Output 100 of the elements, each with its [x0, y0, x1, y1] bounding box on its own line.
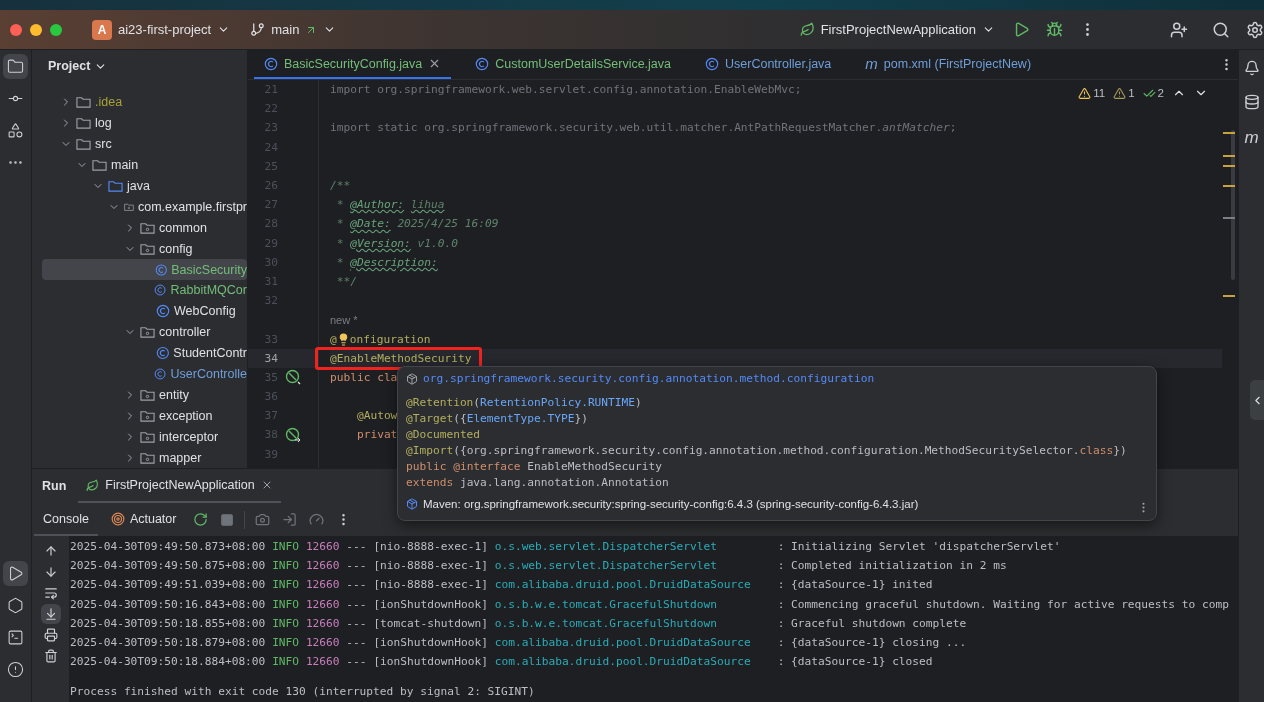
class-icon	[154, 262, 168, 277]
tree-item[interactable]: exception	[42, 405, 247, 427]
close-window-button[interactable]	[10, 23, 22, 36]
leaf-icon	[799, 22, 815, 37]
folder-icon	[92, 158, 107, 173]
log-thread: [tomcat-shutdown]	[373, 616, 488, 630]
log-level: INFO	[272, 636, 300, 650]
package-icon	[140, 429, 155, 444]
editor-tab[interactable]: UserController.java	[695, 50, 842, 79]
signature-line: @Retention(RetentionPolicy.RUNTIME)	[406, 395, 643, 411]
editor-tab[interactable]: m pom.xml (FirstProjectNew)	[855, 50, 1042, 79]
code-line: @Autow	[355, 409, 398, 423]
tree-item[interactable]: interceptor	[42, 426, 247, 448]
log-message: : Commencing graceful shutdown. Waiting for active requests to comp	[777, 597, 1229, 611]
run-configuration-selector[interactable]: FirstProjectNewApplication	[793, 18, 1001, 41]
actuator-icon	[110, 511, 125, 526]
tree-item[interactable]: BasicSecurity	[42, 259, 247, 280]
typo-count[interactable]: 2	[1142, 86, 1164, 100]
log-message: : Initializing Servlet 'dispatcherServlet'	[777, 540, 1061, 554]
log-pid: 12660	[305, 540, 340, 554]
folder-icon	[108, 179, 123, 193]
log-pid: 12660	[305, 559, 340, 573]
code-line: public cla	[330, 370, 398, 384]
leaf-icon	[86, 478, 100, 492]
folder-icon[interactable]	[3, 54, 28, 79]
package-icon	[140, 325, 155, 340]
log-logger: o.s.web.servlet.DispatcherServlet	[494, 540, 718, 554]
editor-tab[interactable]: CustomUserDetailsService.java	[465, 50, 682, 79]
bean-icon[interactable]	[285, 369, 301, 386]
signature-line: public @interface EnableMethodSecurity	[406, 459, 663, 475]
log-message: : {dataSource-1} closed	[777, 655, 933, 669]
code-line: /**	[330, 179, 351, 193]
package-icon	[140, 220, 155, 235]
code-line: **/	[335, 274, 357, 288]
tree-item[interactable]: StudentContr	[42, 342, 247, 364]
zoom-window-button[interactable]	[50, 23, 62, 36]
class-icon	[155, 346, 170, 361]
collapse-handle[interactable]	[1250, 380, 1264, 420]
log-separator: ---	[346, 616, 367, 630]
tree-item[interactable]: WebConfig	[42, 300, 247, 322]
warning-count[interactable]: 11	[1078, 86, 1106, 100]
class-icon	[264, 56, 278, 71]
log-logger: com.alibaba.druid.pool.DruidDataSource	[494, 636, 752, 650]
library-source: Maven: org.springframework.security:spring-security-config:6.4.3 (spring-security-config-6.4.3.jar)	[423, 497, 919, 510]
log-message: : {dataSource-1} inited	[777, 578, 933, 592]
console-view-tab[interactable]: Actuator	[101, 503, 186, 536]
code-line: privat	[355, 428, 398, 442]
run-icon[interactable]	[3, 561, 28, 586]
minimize-window-button[interactable]	[30, 23, 42, 36]
tree-item[interactable]: com.example.firstpr	[42, 196, 247, 218]
log-level: INFO	[272, 655, 300, 669]
class-icon	[475, 56, 490, 71]
log-timestamp: 2025-04-30T09:49:50.873+08:00	[70, 540, 266, 554]
tree-item[interactable]: mapper	[42, 447, 247, 468]
log-logger: o.s.web.servlet.DispatcherServlet	[494, 559, 718, 573]
package-icon	[140, 387, 155, 402]
class-icon	[705, 56, 720, 71]
log-message: : Graceful shutdown complete	[777, 616, 967, 630]
tree-item[interactable]: entity	[42, 384, 247, 406]
code-line: * @Description:	[335, 255, 438, 269]
tree-item[interactable]: config	[42, 238, 247, 260]
editor-tab[interactable]: BasicSecurityConfig.java	[254, 50, 452, 79]
signature-line: @Import({org.springframework.security.config.annotation.method.configuration.MethodSecuritySelector.class})	[406, 443, 1128, 459]
run-panel-title: Run	[42, 479, 67, 493]
project-selector[interactable]: A ai23-first-project	[86, 15, 237, 44]
log-pid: 12660	[305, 597, 340, 611]
package-icon	[140, 450, 155, 465]
tree-item[interactable]: main	[42, 154, 247, 176]
code-text: @	[330, 332, 337, 346]
log-level: INFO	[272, 597, 300, 611]
tree-item[interactable]: UserControlle	[42, 363, 247, 385]
code-line: import static org.springframework.security.web.util.matcher.AntPathRequestMatcher.antMatcher;	[330, 121, 957, 135]
log-timestamp: 2025-04-30T09:50:16.843+08:00	[70, 597, 266, 611]
project-view-selector[interactable]: Project	[42, 58, 114, 74]
tree-item[interactable]: log	[42, 112, 247, 134]
bean-icon[interactable]	[285, 426, 301, 443]
package-link[interactable]: org.springframework.security.config.annotation.method.configuration	[423, 372, 875, 385]
run-tab[interactable]: FirstProjectNewApplication	[78, 469, 281, 503]
maven-tool-button[interactable]: m	[1240, 124, 1263, 152]
tree-item[interactable]: src	[42, 133, 247, 155]
branch-selector[interactable]: main	[244, 18, 343, 41]
log-message: : Completed initialization in 2 ms	[777, 559, 1007, 573]
code-line: * @Version: v1.0.0	[335, 236, 458, 250]
tree-item[interactable]: RabbitMQCor	[42, 280, 247, 301]
package-icon	[406, 372, 418, 385]
scroll-to-end-icon[interactable]	[40, 604, 61, 624]
log-separator: ---	[346, 655, 367, 669]
exit-message: Process finished with exit code 130 (interrupted by signal 2: SIGINT)	[70, 684, 536, 701]
tree-item[interactable]: common	[42, 217, 247, 239]
log-separator: ---	[346, 540, 367, 554]
log-level: INFO	[272, 578, 300, 592]
log-thread: [ionShutdownHook]	[373, 597, 488, 611]
tree-item[interactable]: .idea	[42, 92, 247, 113]
branch-icon	[250, 22, 266, 37]
tree-item[interactable]: java	[42, 175, 247, 197]
tree-item[interactable]: controller	[42, 321, 247, 343]
log-logger: com.alibaba.druid.pool.DruidDataSource	[494, 578, 752, 592]
log-thread: [nio-8888-exec-1]	[373, 540, 488, 554]
package-icon	[140, 408, 155, 423]
log-thread: [ionShutdownHook]	[373, 655, 488, 669]
